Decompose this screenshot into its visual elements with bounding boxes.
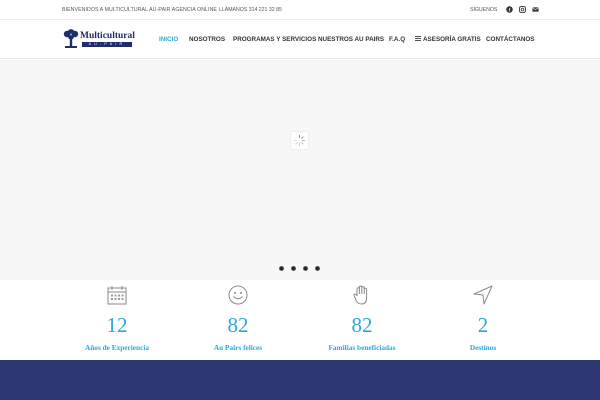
smiley-icon bbox=[228, 285, 248, 305]
hero-slider[interactable] bbox=[0, 60, 600, 280]
stat-families: 82 Familias beneficiadas bbox=[302, 280, 422, 360]
nav-item-au-pairs[interactable]: NUESTROS AU PAIRS bbox=[318, 36, 384, 43]
email-icon[interactable] bbox=[531, 5, 540, 14]
nav-item-nosotros[interactable]: NOSOTROS bbox=[189, 36, 225, 43]
follow-us-label: SÍGUENOS bbox=[470, 7, 498, 13]
instagram-icon[interactable] bbox=[518, 5, 527, 14]
slider-dot[interactable] bbox=[315, 266, 320, 271]
nav-item-programas[interactable]: PROGRAMAS Y SERVICIOS bbox=[233, 36, 316, 43]
stat-label: Años de Experiencia bbox=[84, 343, 150, 352]
site-header: Multicultural AU-PAIR INICIO NOSOTROS PR… bbox=[0, 20, 600, 59]
stat-value: 82 bbox=[351, 313, 373, 337]
stats-section: 12 Años de Experiencia 82 Au Pairs felic… bbox=[0, 280, 600, 360]
slider-dot[interactable] bbox=[303, 266, 308, 271]
nav-item-faq[interactable]: F.A.Q bbox=[389, 36, 405, 43]
loading-box bbox=[291, 132, 308, 149]
nav-item-inicio[interactable]: INICIO bbox=[159, 36, 178, 43]
slider-dots bbox=[279, 266, 323, 272]
slider-dot[interactable] bbox=[279, 266, 284, 271]
hand-icon bbox=[353, 285, 368, 305]
stat-destinations: 2 Destinos bbox=[423, 280, 543, 360]
nav-item-asesoria-label: ASESORÍA GRATIS bbox=[423, 36, 481, 43]
stat-value: 12 bbox=[106, 313, 128, 337]
stat-value: 2 bbox=[477, 313, 489, 337]
phone-text: LLÁMANOS 314 221 32 85 bbox=[219, 7, 282, 13]
menu-icon bbox=[415, 36, 421, 41]
main-nav: INICIO NOSOTROS PROGRAMAS Y SERVICIOS NU… bbox=[0, 36, 600, 46]
spinner-icon bbox=[294, 135, 305, 146]
stat-experience: 12 Años de Experiencia bbox=[57, 280, 177, 360]
facebook-icon[interactable]: f bbox=[505, 5, 514, 14]
top-bar: BIENVENIDOS A MULTICULTURAL AU-PAIR AGEN… bbox=[0, 0, 600, 20]
stat-value: 82 bbox=[227, 313, 249, 337]
stat-label: Destinos bbox=[469, 343, 497, 352]
stat-label: Au Pairs felices bbox=[213, 343, 263, 352]
stat-happy-au-pairs: 82 Au Pairs felices bbox=[178, 280, 298, 360]
nav-item-asesoria[interactable]: ASESORÍA GRATIS bbox=[415, 36, 481, 43]
slider-dot[interactable] bbox=[291, 266, 296, 271]
stat-label: Familias beneficiadas bbox=[328, 343, 396, 352]
calendar-icon bbox=[107, 286, 127, 305]
welcome-text: BIENVENIDOS A MULTICULTURAL AU-PAIR AGEN… bbox=[62, 7, 217, 13]
navy-section bbox=[0, 360, 600, 400]
navigation-arrow-icon bbox=[473, 285, 493, 305]
nav-item-contactanos[interactable]: CONTÁCTANOS bbox=[486, 36, 535, 43]
